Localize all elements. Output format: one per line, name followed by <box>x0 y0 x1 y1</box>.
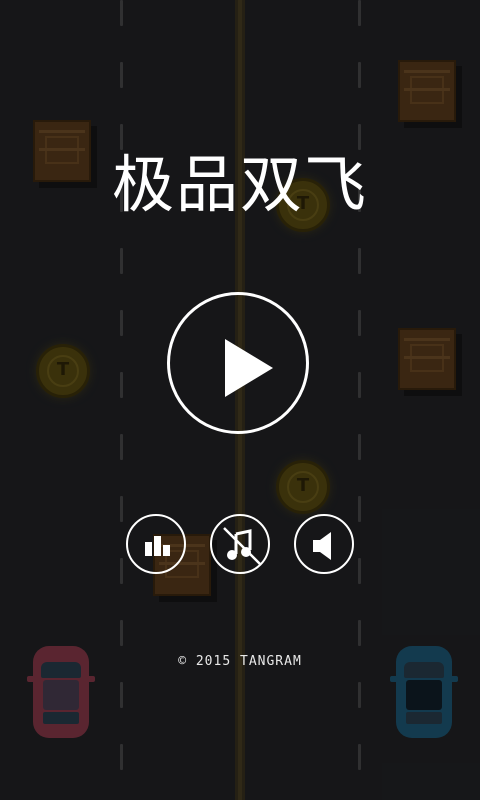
copyright-text: © 2015 TANGRAM <box>178 654 302 669</box>
bar-chart-icon <box>145 536 170 556</box>
music-toggle-button[interactable] <box>210 514 270 574</box>
play-button[interactable] <box>167 292 309 434</box>
speaker-icon <box>313 532 331 560</box>
game-title: 极品双飞 <box>111 148 368 221</box>
play-icon <box>225 339 273 397</box>
music-muted-icon <box>223 527 261 565</box>
leaderboard-button[interactable] <box>126 514 186 574</box>
sound-toggle-button[interactable] <box>294 514 354 574</box>
